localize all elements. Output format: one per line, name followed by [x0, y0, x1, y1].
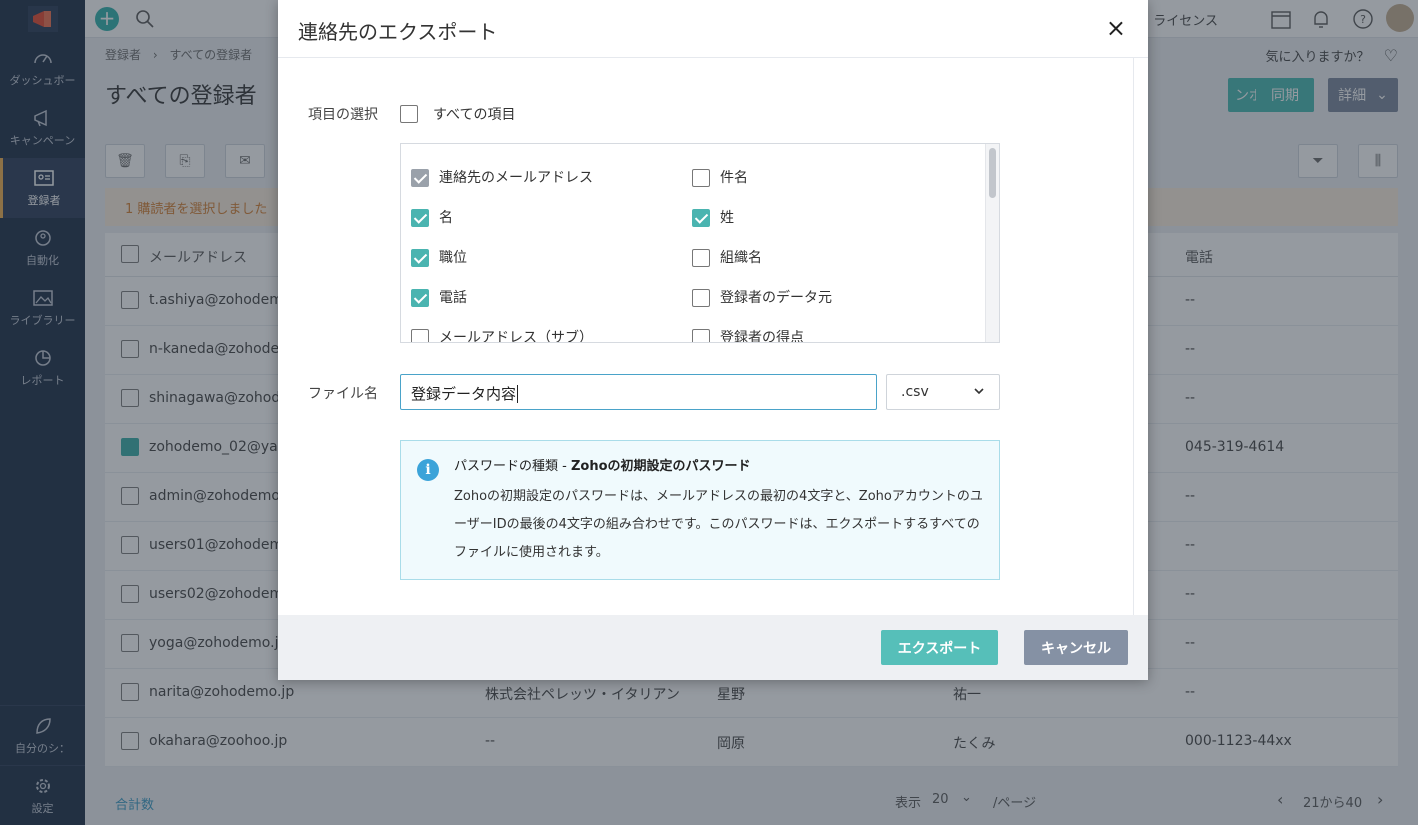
close-icon[interactable]: × [1106, 16, 1126, 40]
export-button[interactable]: エクスポート [881, 630, 998, 665]
info-title-prefix: パスワードの種類 - [454, 459, 571, 474]
file-extension-select[interactable]: .csv [886, 374, 1000, 410]
dialog-scroll-track [1133, 58, 1134, 615]
field-checkbox[interactable] [692, 289, 710, 307]
field-label[interactable]: メールアドレス（サブ） [439, 327, 593, 342]
field-label[interactable]: 組織名 [720, 247, 762, 267]
password-info-box: i パスワードの種類 - Zohoの初期設定のパスワード Zohoの初期設定のパ… [400, 440, 1000, 580]
field-label[interactable]: 姓 [720, 207, 734, 227]
field-checkbox[interactable] [692, 169, 710, 187]
field-label[interactable]: 名 [439, 207, 453, 227]
cancel-button[interactable]: キャンセル [1024, 630, 1128, 665]
field-checkbox[interactable] [411, 329, 429, 342]
field-label[interactable]: 登録者のデータ元 [720, 287, 832, 307]
field-label[interactable]: 登録者の得点 [720, 327, 804, 342]
info-body: Zohoの初期設定のパスワードは、メールアドレスの最初の4文字と、Zohoアカウ… [454, 489, 983, 560]
all-fields-label[interactable]: すべての項目 [433, 104, 515, 124]
field-checkbox[interactable] [692, 209, 710, 227]
info-icon: i [417, 459, 439, 481]
filename-value: 登録データ内容 [411, 385, 517, 403]
dialog-footer: エクスポート キャンセル [278, 615, 1148, 680]
field-label[interactable]: 件名 [720, 167, 748, 187]
info-title: パスワードの種類 - Zohoの初期設定のパスワード [454, 455, 751, 474]
field-checkbox[interactable] [411, 289, 429, 307]
field-checkbox[interactable] [411, 249, 429, 267]
scrollbar-thumb[interactable] [989, 148, 996, 198]
dialog-title: 連絡先のエクスポート [298, 20, 498, 44]
chevron-down-icon [974, 388, 984, 395]
field-checkbox[interactable] [692, 329, 710, 342]
field-checkbox[interactable] [411, 209, 429, 227]
export-contacts-dialog: 連絡先のエクスポート × 項目の選択 すべての項目 連絡先のメールアドレス名職位… [278, 0, 1148, 680]
all-fields-checkbox[interactable] [400, 105, 418, 123]
filename-label: ファイル名 [308, 386, 378, 402]
field-selection-label: 項目の選択 [308, 107, 378, 123]
field-checkbox [411, 169, 429, 187]
filename-input[interactable]: 登録データ内容 [400, 374, 877, 410]
field-label[interactable]: 連絡先のメールアドレス [439, 167, 593, 187]
field-label[interactable]: 電話 [439, 287, 467, 307]
dialog-header: 連絡先のエクスポート × [278, 0, 1148, 58]
file-extension-value: .csv [901, 384, 929, 400]
info-title-bold: Zohoの初期設定のパスワード [570, 459, 751, 474]
fields-scrollbar[interactable] [985, 144, 999, 342]
fields-list: 連絡先のメールアドレス名職位電話メールアドレス（サブ） 件名姓組織名登録者のデータ… [400, 143, 1000, 343]
field-label[interactable]: 職位 [439, 247, 467, 267]
field-checkbox[interactable] [692, 249, 710, 267]
